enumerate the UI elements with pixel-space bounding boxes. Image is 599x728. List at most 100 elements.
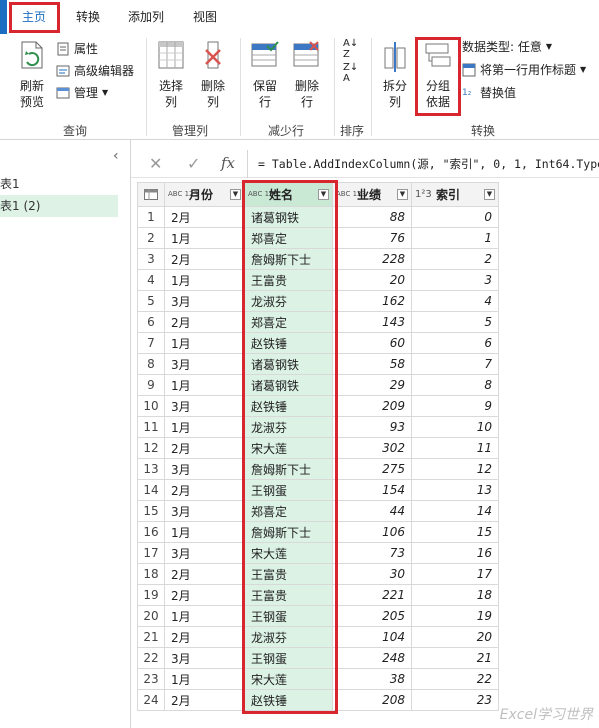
row-number-cell[interactable]: 2 (137, 227, 165, 249)
name-cell[interactable]: 诸葛钢铁 (244, 353, 333, 375)
month-cell[interactable]: 2月 (164, 311, 245, 333)
row-number-cell[interactable]: 14 (137, 479, 165, 501)
name-cell[interactable]: 詹姆斯下士 (244, 248, 333, 270)
row-number-cell[interactable]: 7 (137, 332, 165, 354)
row-number-cell[interactable]: 3 (137, 248, 165, 270)
sort-descending-button[interactable]: Z↓ A (343, 62, 358, 84)
name-cell[interactable]: 诸葛钢铁 (244, 374, 333, 396)
index-cell[interactable]: 10 (411, 416, 499, 438)
column-header-month[interactable]: ABC 123 月份 ▼ (164, 182, 245, 207)
refresh-preview-button[interactable]: 刷新 预览 (12, 40, 52, 110)
name-cell[interactable]: 王富贵 (244, 584, 333, 606)
performance-cell[interactable]: 221 (332, 584, 412, 606)
index-cell[interactable]: 21 (411, 647, 499, 669)
month-cell[interactable]: 2月 (164, 626, 245, 648)
column-filter-chevron-down-icon[interactable]: ▼ (318, 189, 329, 200)
choose-columns-button[interactable]: 选择 列 (154, 40, 188, 110)
table-row[interactable]: 10 3月 赵铁锤 209 9 (137, 395, 499, 417)
table-row[interactable]: 22 3月 王钢蛋 248 21 (137, 647, 499, 669)
row-number-cell[interactable]: 8 (137, 353, 165, 375)
month-cell[interactable]: 1月 (164, 668, 245, 690)
row-number-cell[interactable]: 19 (137, 584, 165, 606)
remove-columns-button[interactable]: 删除 列 (196, 40, 230, 110)
table-row[interactable]: 8 3月 诸葛钢铁 58 7 (137, 353, 499, 375)
table-row[interactable]: 17 3月 宋大莲 73 16 (137, 542, 499, 564)
row-number-cell[interactable]: 6 (137, 311, 165, 333)
index-cell[interactable]: 19 (411, 605, 499, 627)
name-cell[interactable]: 宋大莲 (244, 437, 333, 459)
performance-cell[interactable]: 205 (332, 605, 412, 627)
month-cell[interactable]: 3月 (164, 500, 245, 522)
performance-cell[interactable]: 104 (332, 626, 412, 648)
performance-cell[interactable]: 38 (332, 668, 412, 690)
name-cell[interactable]: 詹姆斯下士 (244, 458, 333, 480)
table-row[interactable]: 24 2月 赵铁锤 208 23 (137, 689, 499, 711)
tab-view[interactable]: 视图 (193, 8, 217, 25)
performance-cell[interactable]: 44 (332, 500, 412, 522)
table-row[interactable]: 6 2月 郑喜定 143 5 (137, 311, 499, 333)
performance-cell[interactable]: 162 (332, 290, 412, 312)
group-by-button[interactable]: 分组 依据 (420, 40, 456, 110)
name-cell[interactable]: 赵铁锤 (244, 689, 333, 711)
table-row[interactable]: 4 1月 王富贵 20 3 (137, 269, 499, 291)
month-cell[interactable]: 3月 (164, 542, 245, 564)
properties-button[interactable]: 属性 (56, 40, 98, 57)
month-cell[interactable]: 1月 (164, 332, 245, 354)
performance-cell[interactable]: 209 (332, 395, 412, 417)
index-cell[interactable]: 4 (411, 290, 499, 312)
month-cell[interactable]: 3月 (164, 395, 245, 417)
index-cell[interactable]: 15 (411, 521, 499, 543)
tab-add-column[interactable]: 添加列 (128, 8, 164, 25)
performance-cell[interactable]: 106 (332, 521, 412, 543)
tab-transform[interactable]: 转换 (76, 8, 100, 25)
month-cell[interactable]: 2月 (164, 689, 245, 711)
split-column-button[interactable]: 拆分 列 (380, 40, 410, 110)
table-row[interactable]: 23 1月 宋大莲 38 22 (137, 668, 499, 690)
performance-cell[interactable]: 88 (332, 206, 412, 228)
performance-cell[interactable]: 143 (332, 311, 412, 333)
table-row[interactable]: 13 3月 詹姆斯下士 275 12 (137, 458, 499, 480)
column-header-index[interactable]: 1²3 索引 ▼ (411, 182, 499, 207)
table-row[interactable]: 15 3月 郑喜定 44 14 (137, 500, 499, 522)
performance-cell[interactable]: 154 (332, 479, 412, 501)
month-cell[interactable]: 1月 (164, 269, 245, 291)
month-cell[interactable]: 1月 (164, 227, 245, 249)
table-row[interactable]: 14 2月 王钢蛋 154 13 (137, 479, 499, 501)
name-cell[interactable]: 宋大莲 (244, 668, 333, 690)
index-cell[interactable]: 14 (411, 500, 499, 522)
keep-rows-button[interactable]: 保留 行 (248, 40, 282, 110)
month-cell[interactable]: 1月 (164, 416, 245, 438)
table-row[interactable]: 5 3月 龙淑芬 162 4 (137, 290, 499, 312)
performance-cell[interactable]: 60 (332, 332, 412, 354)
index-cell[interactable]: 1 (411, 227, 499, 249)
row-number-cell[interactable]: 16 (137, 521, 165, 543)
table-row[interactable]: 16 1月 詹姆斯下士 106 15 (137, 521, 499, 543)
table-row[interactable]: 19 2月 王富贵 221 18 (137, 584, 499, 606)
performance-cell[interactable]: 228 (332, 248, 412, 270)
table-row[interactable]: 9 1月 诸葛钢铁 29 8 (137, 374, 499, 396)
month-cell[interactable]: 1月 (164, 374, 245, 396)
table-row[interactable]: 12 2月 宋大莲 302 11 (137, 437, 499, 459)
month-cell[interactable]: 3月 (164, 290, 245, 312)
column-type-badge[interactable]: ABC 123 (336, 191, 366, 198)
table-row[interactable]: 21 2月 龙淑芬 104 20 (137, 626, 499, 648)
month-cell[interactable]: 2月 (164, 206, 245, 228)
name-cell[interactable]: 龙淑芬 (244, 626, 333, 648)
index-cell[interactable]: 0 (411, 206, 499, 228)
row-number-cell[interactable]: 1 (137, 206, 165, 228)
remove-rows-button[interactable]: 删除 行 (290, 40, 324, 110)
month-cell[interactable]: 2月 (164, 563, 245, 585)
row-number-cell[interactable]: 18 (137, 563, 165, 585)
collapse-panel-chevron-left-icon[interactable]: ‹ (113, 148, 119, 164)
name-cell[interactable]: 王富贵 (244, 269, 333, 291)
table-row[interactable]: 3 2月 詹姆斯下士 228 2 (137, 248, 499, 270)
name-cell[interactable]: 赵铁锤 (244, 395, 333, 417)
column-type-badge[interactable]: ABC 123 (248, 191, 278, 198)
name-cell[interactable]: 詹姆斯下士 (244, 521, 333, 543)
performance-cell[interactable]: 275 (332, 458, 412, 480)
index-cell[interactable]: 3 (411, 269, 499, 291)
month-cell[interactable]: 2月 (164, 584, 245, 606)
table-row[interactable]: 20 1月 王钢蛋 205 19 (137, 605, 499, 627)
tab-home[interactable]: 主页 (22, 8, 46, 25)
name-cell[interactable]: 宋大莲 (244, 542, 333, 564)
